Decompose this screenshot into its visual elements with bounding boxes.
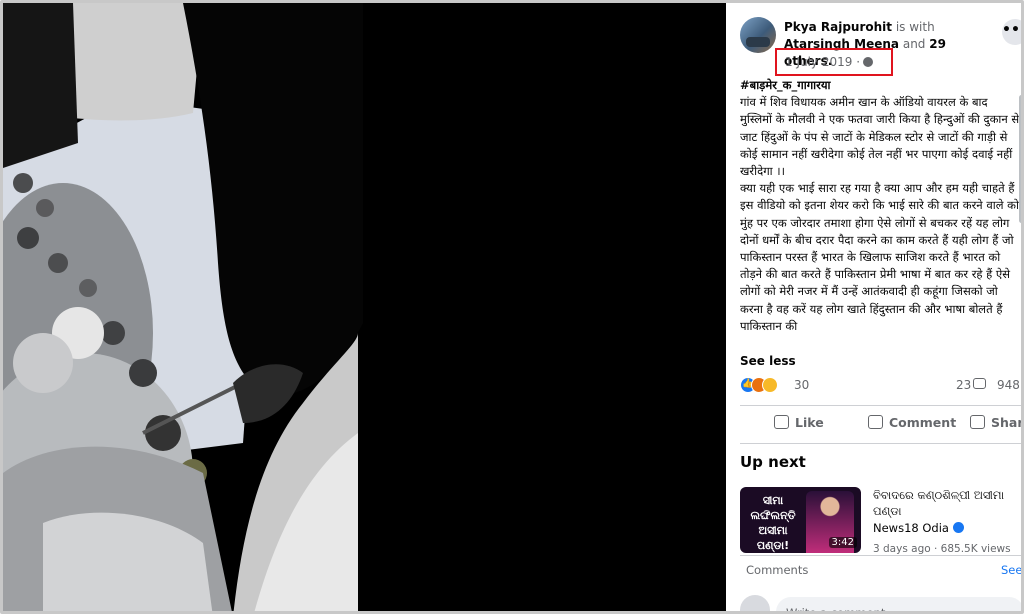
- share-icon: [970, 415, 985, 429]
- share-button[interactable]: Share: [970, 415, 1024, 430]
- see-less-button[interactable]: See less: [740, 354, 796, 368]
- post-date-text: 1 July 2019 ·: [785, 55, 861, 69]
- up-next-meta: 3 days ago · 685.5K views: [873, 543, 1011, 555]
- hashtag[interactable]: #बाड़मेर_क_गागारया: [740, 77, 1020, 94]
- post-panel: Pkya Rajpurohit is with Atarsingh Meena …: [726, 3, 1024, 611]
- author-name[interactable]: Pkya Rajpurohit: [784, 20, 892, 34]
- reaction-count[interactable]: 30: [794, 378, 809, 392]
- comment-label: Comment: [889, 415, 957, 430]
- verified-badge-icon: [952, 522, 964, 533]
- up-next-channel[interactable]: News18 Odia: [873, 521, 964, 535]
- sad-reaction-icon[interactable]: [762, 377, 778, 393]
- comment-button[interactable]: Comment: [868, 415, 956, 430]
- comment-input[interactable]: Write a comment...: [776, 597, 1021, 611]
- date-highlight-box: 1 July 2019 ·: [775, 48, 893, 76]
- video-player[interactable]: [3, 3, 726, 611]
- screenshot-frame: Pkya Rajpurohit is with Atarsingh Meena …: [0, 0, 1024, 614]
- share-count[interactable]: 948 ◦: [997, 378, 1021, 392]
- up-next-title[interactable]: ବିବାଦରେ କଣ୍ଠଶିଳ୍ପୀ ଅସୀମା ପଣ୍ଡା: [873, 487, 1013, 519]
- comment-icon: [868, 415, 883, 429]
- globe-icon: [863, 57, 874, 67]
- and-text: and: [902, 37, 926, 51]
- author-avatar[interactable]: [740, 17, 776, 53]
- up-next-thumbnail[interactable]: ସୀମା ଲଙ୍ଘିଲନ୍ତି ଅସୀମା ପଣ୍ଡା! 3:42: [740, 487, 861, 553]
- post-date[interactable]: 1 July 2019 ·: [785, 55, 874, 69]
- video-duration: 3:42: [828, 537, 857, 548]
- see-comments-link[interactable]: See: [1001, 563, 1021, 577]
- divider: [740, 405, 1021, 406]
- like-label: Like: [795, 415, 824, 430]
- post-body-2: क्या यही एक भाई सारा रह गया है क्या आप औ…: [740, 181, 1019, 333]
- post-body-1: गांव में शिव विधायक अमीन खान के ऑडियो वा…: [740, 95, 1020, 179]
- comment-count[interactable]: 23: [956, 378, 971, 392]
- action-bar: Like Comment Share: [740, 409, 1024, 441]
- reactions-row: 👍 30 23 948 ◦: [740, 375, 1021, 397]
- up-next-heading: Up next: [740, 453, 806, 471]
- post-text: #बाड़मेर_क_गागारया गांव में शिव विधायक अ…: [740, 77, 1020, 352]
- channel-name: News18 Odia: [873, 521, 949, 535]
- comments-label: Comments: [746, 563, 809, 577]
- text-fade: [740, 336, 1020, 354]
- thumbs-up-icon: [774, 415, 789, 429]
- scrollbar[interactable]: [1019, 95, 1021, 223]
- like-button[interactable]: Like: [774, 415, 824, 430]
- comment-bubble-icon: [973, 378, 986, 389]
- more-dots-icon[interactable]: •••: [1002, 19, 1021, 45]
- video-frame: [3, 3, 726, 611]
- thumbnail-caption: ସୀମା ଲଙ୍ଘିଲନ୍ତି ଅସୀମା ପଣ୍ଡା!: [750, 494, 796, 552]
- divider: [740, 443, 1021, 444]
- with-text: is with: [895, 20, 935, 34]
- user-avatar: [740, 595, 770, 611]
- divider: [740, 555, 1021, 556]
- share-label: Share: [991, 415, 1024, 430]
